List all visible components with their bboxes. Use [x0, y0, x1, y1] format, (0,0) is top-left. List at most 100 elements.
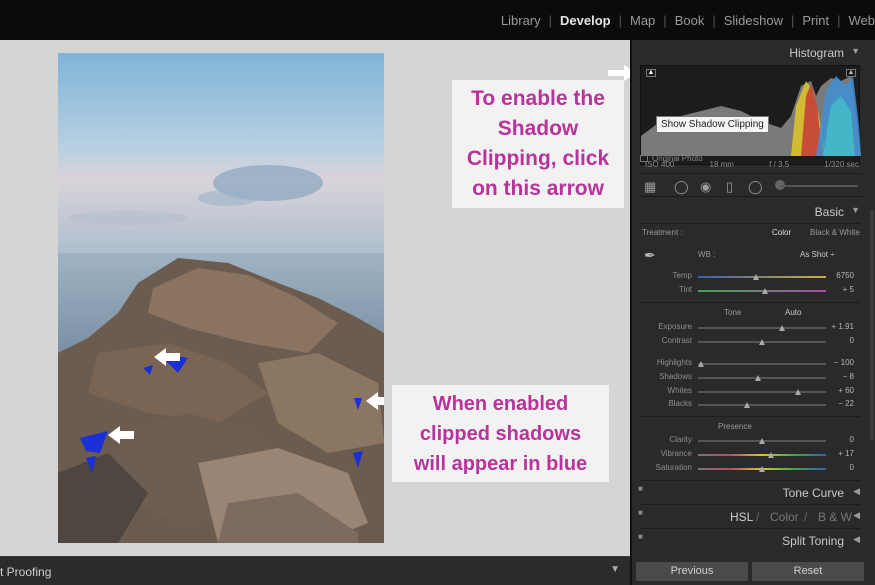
soft-proofing-label[interactable]: t Proofing [0, 565, 51, 579]
slider-value[interactable]: 0 [824, 463, 854, 472]
toolbar-dropdown-icon[interactable]: ▼ [610, 564, 620, 575]
panel-scrollbar[interactable] [870, 210, 874, 440]
panel-end-marker-icon: ■ [638, 484, 643, 493]
module-picker-bar: Library | Develop | Map | Book | Slidesh… [0, 0, 875, 40]
module-slideshow[interactable]: Slideshow [724, 13, 783, 28]
treatment-bw-option[interactable]: Black & White [810, 228, 860, 237]
slider-value[interactable]: − 8 [824, 372, 854, 381]
photo-preview[interactable] [58, 53, 384, 543]
wb-label: WB : [698, 250, 716, 259]
module-library[interactable]: Library [501, 13, 541, 28]
slider-highlights[interactable]: Highlights − 100 [640, 358, 860, 370]
module-develop[interactable]: Develop [560, 13, 611, 28]
slider-thumb[interactable] [759, 466, 765, 472]
slider-exposure[interactable]: Exposure + 1.91 [640, 322, 860, 334]
slider-track[interactable] [698, 438, 826, 444]
crop-icon[interactable]: ▦ [644, 179, 656, 195]
slider-track[interactable] [698, 389, 826, 395]
brush-slider[interactable] [780, 185, 858, 187]
slider-value[interactable]: − 22 [824, 399, 854, 408]
slider-thumb[interactable] [759, 339, 765, 345]
slider-vibrance[interactable]: Vibrance + 17 [640, 449, 860, 461]
original-photo-toggle[interactable]: Original Photo [640, 154, 703, 163]
slider-value[interactable]: + 17 [824, 449, 854, 458]
module-web[interactable]: Web [849, 13, 875, 28]
wb-select[interactable]: As Shot ÷ [800, 250, 835, 259]
slider-thumb[interactable] [755, 375, 762, 381]
slider-track[interactable] [698, 325, 826, 331]
checkbox-icon[interactable] [640, 155, 648, 162]
slider-thumb[interactable] [759, 438, 765, 444]
collapse-triangle-icon[interactable]: ▼ [851, 46, 860, 56]
slider-track[interactable] [697, 361, 826, 367]
module-separator: | [618, 12, 622, 28]
graduated-filter-icon[interactable]: ▯ [726, 179, 733, 195]
expand-triangle-icon[interactable]: ◀ [853, 486, 860, 497]
slider-thumb[interactable] [697, 361, 704, 367]
treatment-color-option[interactable]: Color [772, 228, 791, 237]
slider-thumb[interactable] [794, 389, 801, 395]
bottom-toolbar: t Proofing ▼ [0, 556, 630, 585]
radial-filter-icon[interactable]: ◯ [748, 179, 763, 195]
slider-saturation[interactable]: Saturation 0 [640, 463, 860, 475]
split-toning-header[interactable]: ■ Split Toning ◀ [636, 530, 862, 552]
callout-line: To enable the [471, 87, 605, 110]
slider-thumb[interactable] [779, 325, 786, 331]
histogram-header[interactable]: Histogram ▼ [636, 42, 862, 64]
slider-value[interactable]: + 5 [824, 285, 854, 294]
show-shadow-clipping-button[interactable]: ▲ [646, 69, 656, 77]
slider-value[interactable]: 0 [824, 435, 854, 444]
slider-thumb[interactable] [761, 288, 768, 294]
slider-thumb[interactable] [743, 402, 750, 408]
slider-shadows[interactable]: Shadows − 8 [640, 372, 860, 384]
slider-contrast[interactable]: Contrast 0 [640, 336, 860, 348]
slider-thumb[interactable] [752, 274, 759, 280]
module-print[interactable]: Print [802, 13, 829, 28]
eyedropper-icon[interactable]: ✒ [644, 247, 656, 264]
exif-focal-length: 18 mm [709, 160, 734, 169]
slider-value[interactable]: 0 [824, 336, 854, 345]
slider-track[interactable] [698, 466, 826, 472]
slider-whites[interactable]: Whites + 60 [640, 386, 860, 398]
slider-track[interactable] [698, 402, 826, 408]
slider-value[interactable]: + 60 [824, 386, 854, 395]
hsl-tab[interactable]: HSL [730, 510, 753, 524]
slider-label: Exposure [658, 322, 692, 331]
slider-tint[interactable]: Tint + 5 [640, 285, 860, 297]
module-book[interactable]: Book [675, 13, 705, 28]
slider-value[interactable]: + 1.91 [824, 322, 854, 331]
slider-track[interactable] [698, 375, 826, 381]
histogram-title: Histogram [789, 46, 844, 60]
slider-value[interactable]: 6750 [824, 271, 854, 280]
slider-thumb[interactable] [767, 452, 774, 458]
slider-value[interactable]: − 100 [824, 358, 854, 367]
previous-button[interactable]: Previous [636, 562, 748, 581]
show-highlight-clipping-button[interactable]: ▲ [846, 69, 856, 77]
callout-line: will appear in blue [413, 452, 588, 475]
color-tab[interactable]: Color [770, 510, 799, 524]
slider-temp[interactable]: Temp 6750 [640, 271, 860, 283]
bw-tab[interactable]: B & W [818, 510, 852, 524]
reset-button[interactable]: Reset [752, 562, 864, 581]
slider-track[interactable] [698, 339, 826, 345]
expand-triangle-icon[interactable]: ◀ [853, 510, 860, 521]
callout-blue-shadows: When enabled clipped shadows will appear… [392, 385, 609, 482]
tone-curve-header[interactable]: ■ Tone Curve ◀ [636, 482, 862, 504]
hsl-header[interactable]: ■ HSL / Color / B & W ◀ [636, 506, 862, 528]
slider-track[interactable] [698, 288, 826, 294]
red-eye-icon[interactable]: ◉ [700, 179, 711, 195]
slider-track[interactable] [698, 274, 826, 280]
divider [640, 416, 860, 417]
right-panel: Histogram ▼ ▲ ▲ Show Shadow Clipping ISO… [630, 40, 875, 585]
divider [640, 504, 860, 505]
collapse-triangle-icon[interactable]: ▼ [851, 205, 860, 215]
module-map[interactable]: Map [630, 13, 655, 28]
auto-tone-button[interactable]: Auto [785, 308, 801, 317]
slider-label: Whites [667, 386, 692, 395]
slider-track[interactable] [698, 452, 826, 458]
basic-header[interactable]: Basic ▼ [636, 201, 862, 223]
expand-triangle-icon[interactable]: ◀ [853, 534, 860, 545]
spot-removal-icon[interactable]: ◯ [674, 179, 689, 195]
slider-clarity[interactable]: Clarity 0 [640, 435, 860, 447]
slider-blacks[interactable]: Blacks − 22 [640, 399, 860, 411]
